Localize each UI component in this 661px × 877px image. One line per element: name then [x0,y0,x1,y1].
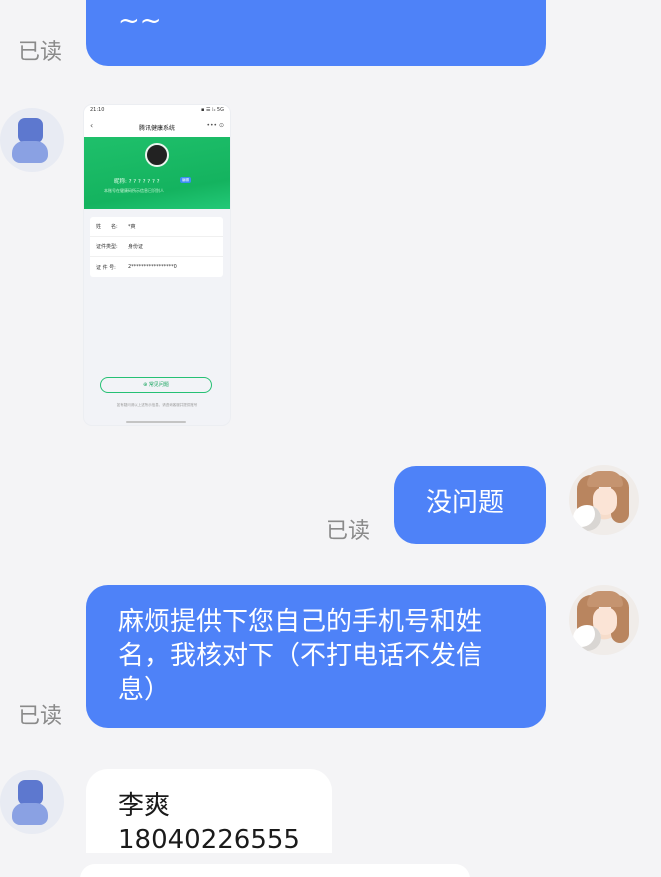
more-icon: ••• ⊙ [206,122,224,129]
screenshot-nav-title: 腾讯健康系统 [138,124,175,132]
home-indicator [126,421,186,423]
received-message-bubble[interactable]: 李爽 18040226555 [86,769,332,853]
avatar-body-shape [12,803,48,825]
identity-row: 姓 名: *爽 [90,217,223,237]
row-key: 姓 名: [96,224,118,230]
my-avatar[interactable] [569,585,639,655]
identity-row: 证 件 号: 2*****************0 [90,257,223,277]
sent-message-bubble[interactable]: 没问题 [394,466,546,544]
status-icons: ▪ ☰ ⁞ᵢₗ 5G [200,107,224,113]
row-key: 证件类型: [96,244,118,250]
faq-button: ⊕ 常见问题 [100,377,212,393]
read-receipt: 已读 [18,704,63,729]
row-value: 身份证 [128,244,144,250]
avatar-body-shape [12,141,48,163]
nickname-line: 昵称: ? ? ? ? ? ? ? [114,179,160,185]
back-icon: ‹ [90,121,94,130]
row-value: 2*****************0 [128,264,177,270]
row-key: 证 件 号: [96,264,116,271]
my-avatar[interactable] [569,465,639,535]
header-subtext: 本账号在健康码所示信息已识别人 [104,188,164,193]
sent-message-bubble-top[interactable]: ~~ [86,0,546,66]
avatar-cat-shape [573,625,601,651]
read-receipt: 已读 [18,40,63,65]
edit-badge: 编辑 [180,177,191,183]
status-time: 21:10 [90,107,105,113]
avatar-head-shape [18,780,43,805]
contact-name-text: 李爽 [118,791,171,821]
contact-phone-text: 18040226555 [118,825,300,853]
contact-avatar[interactable] [0,108,64,172]
avatar-head-shape [18,118,43,143]
received-image-screenshot[interactable]: 21:10 ▪ ☰ ⁞ᵢₗ 5G ‹ 腾讯健康系统 ••• ⊙ 昵称: ? ? … [84,105,230,425]
identity-row: 证件类型: 身份证 [90,237,223,257]
contact-avatar[interactable] [0,770,64,834]
message-text: 没问题 [426,488,505,518]
screenshot-nav-bar: ‹ 腾讯健康系统 ••• ⊙ [84,117,230,137]
message-text: 麻烦提供下您自己的手机号和姓名，我核对下（不打电话不发信息） [118,607,483,705]
avatar-cat-shape [573,505,601,531]
identity-card: 姓 名: *爽 证件类型: 身份证 证 件 号: 2**************… [90,217,223,277]
message-text: ~~ [118,6,162,36]
next-message-bubble-edge [80,864,470,877]
profile-photo [145,143,169,167]
row-value: *爽 [128,224,136,230]
sent-message-bubble[interactable]: 麻烦提供下您自己的手机号和姓名，我核对下（不打电话不发信息） [86,585,546,728]
health-code-header: 昵称: ? ? ? ? ? ? ? 编辑 本账号在健康码所示信息已识别人 [84,137,230,209]
screenshot-footer: 如有疑问请以上述所示信息，请咨询客服并提供账号 [116,403,198,407]
read-receipt: 已读 [326,519,371,544]
screenshot-status-bar: 21:10 ▪ ☰ ⁞ᵢₗ 5G [84,105,230,117]
avatar-hair-shape [587,471,623,487]
avatar-hair-shape [587,591,623,607]
